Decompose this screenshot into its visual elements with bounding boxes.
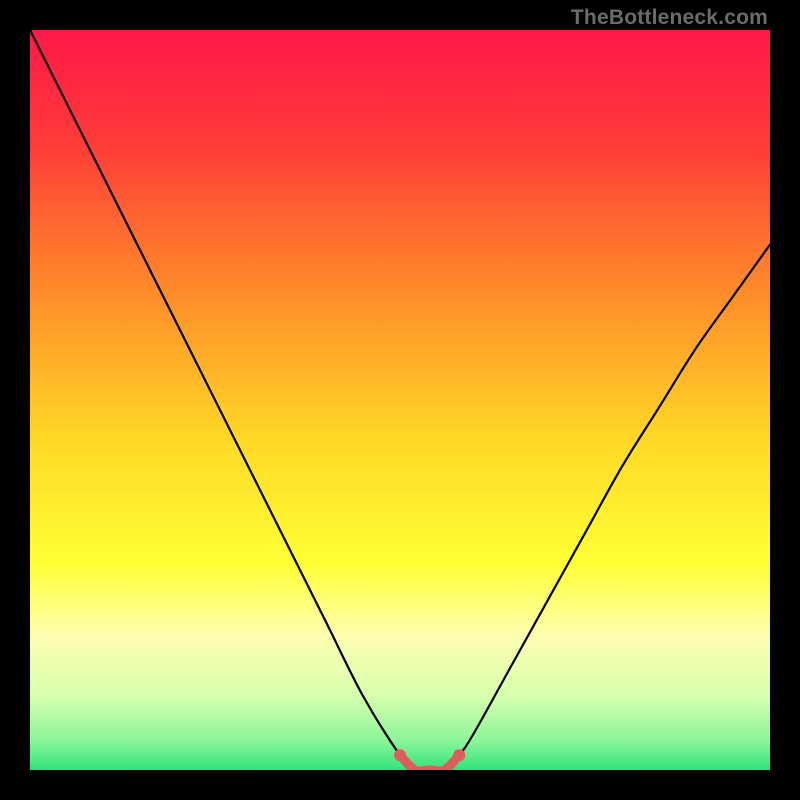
highlight-dot-left (394, 749, 406, 761)
watermark-text: TheBottleneck.com (571, 6, 768, 30)
curve-layer (30, 30, 770, 770)
highlight-dot-right (453, 749, 465, 761)
bottleneck-curve-path (30, 30, 770, 770)
plot-area (30, 30, 770, 770)
chart-frame: TheBottleneck.com (0, 0, 800, 800)
flat-minimum-highlight-path (400, 755, 459, 770)
